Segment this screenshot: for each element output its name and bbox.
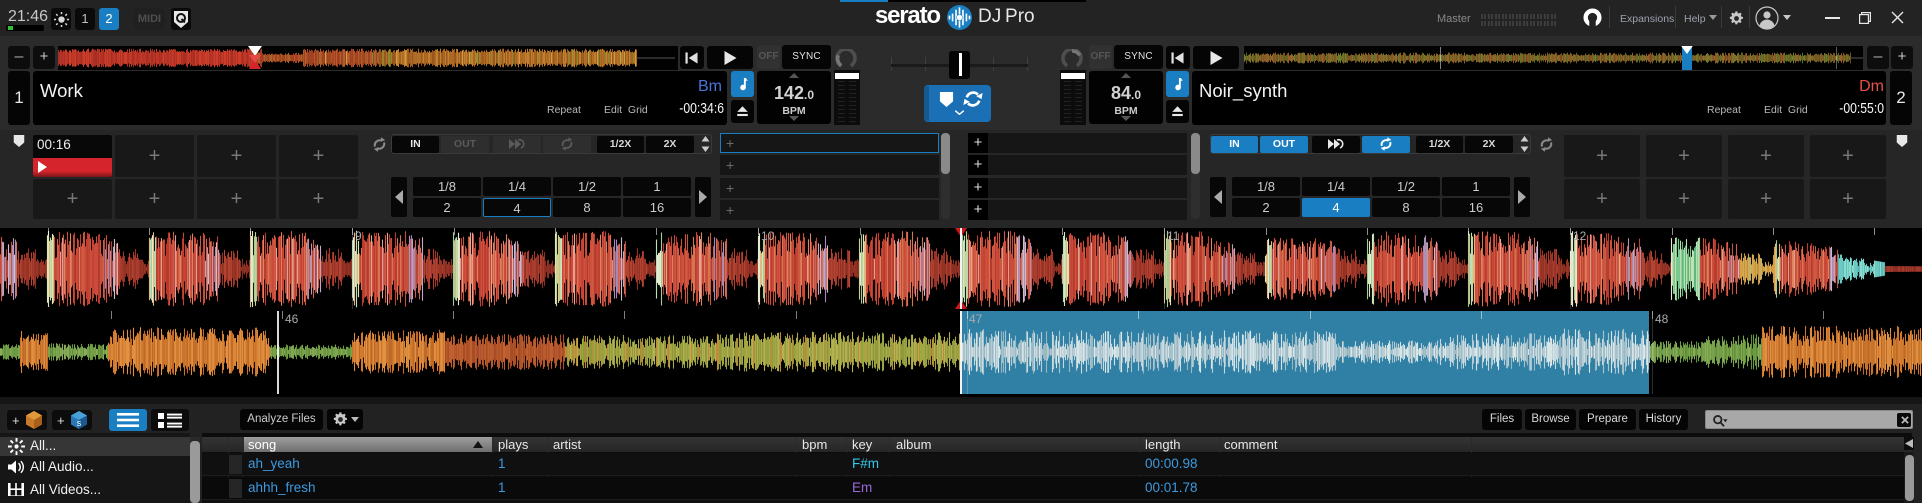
svg-text:s: s [77, 418, 82, 428]
